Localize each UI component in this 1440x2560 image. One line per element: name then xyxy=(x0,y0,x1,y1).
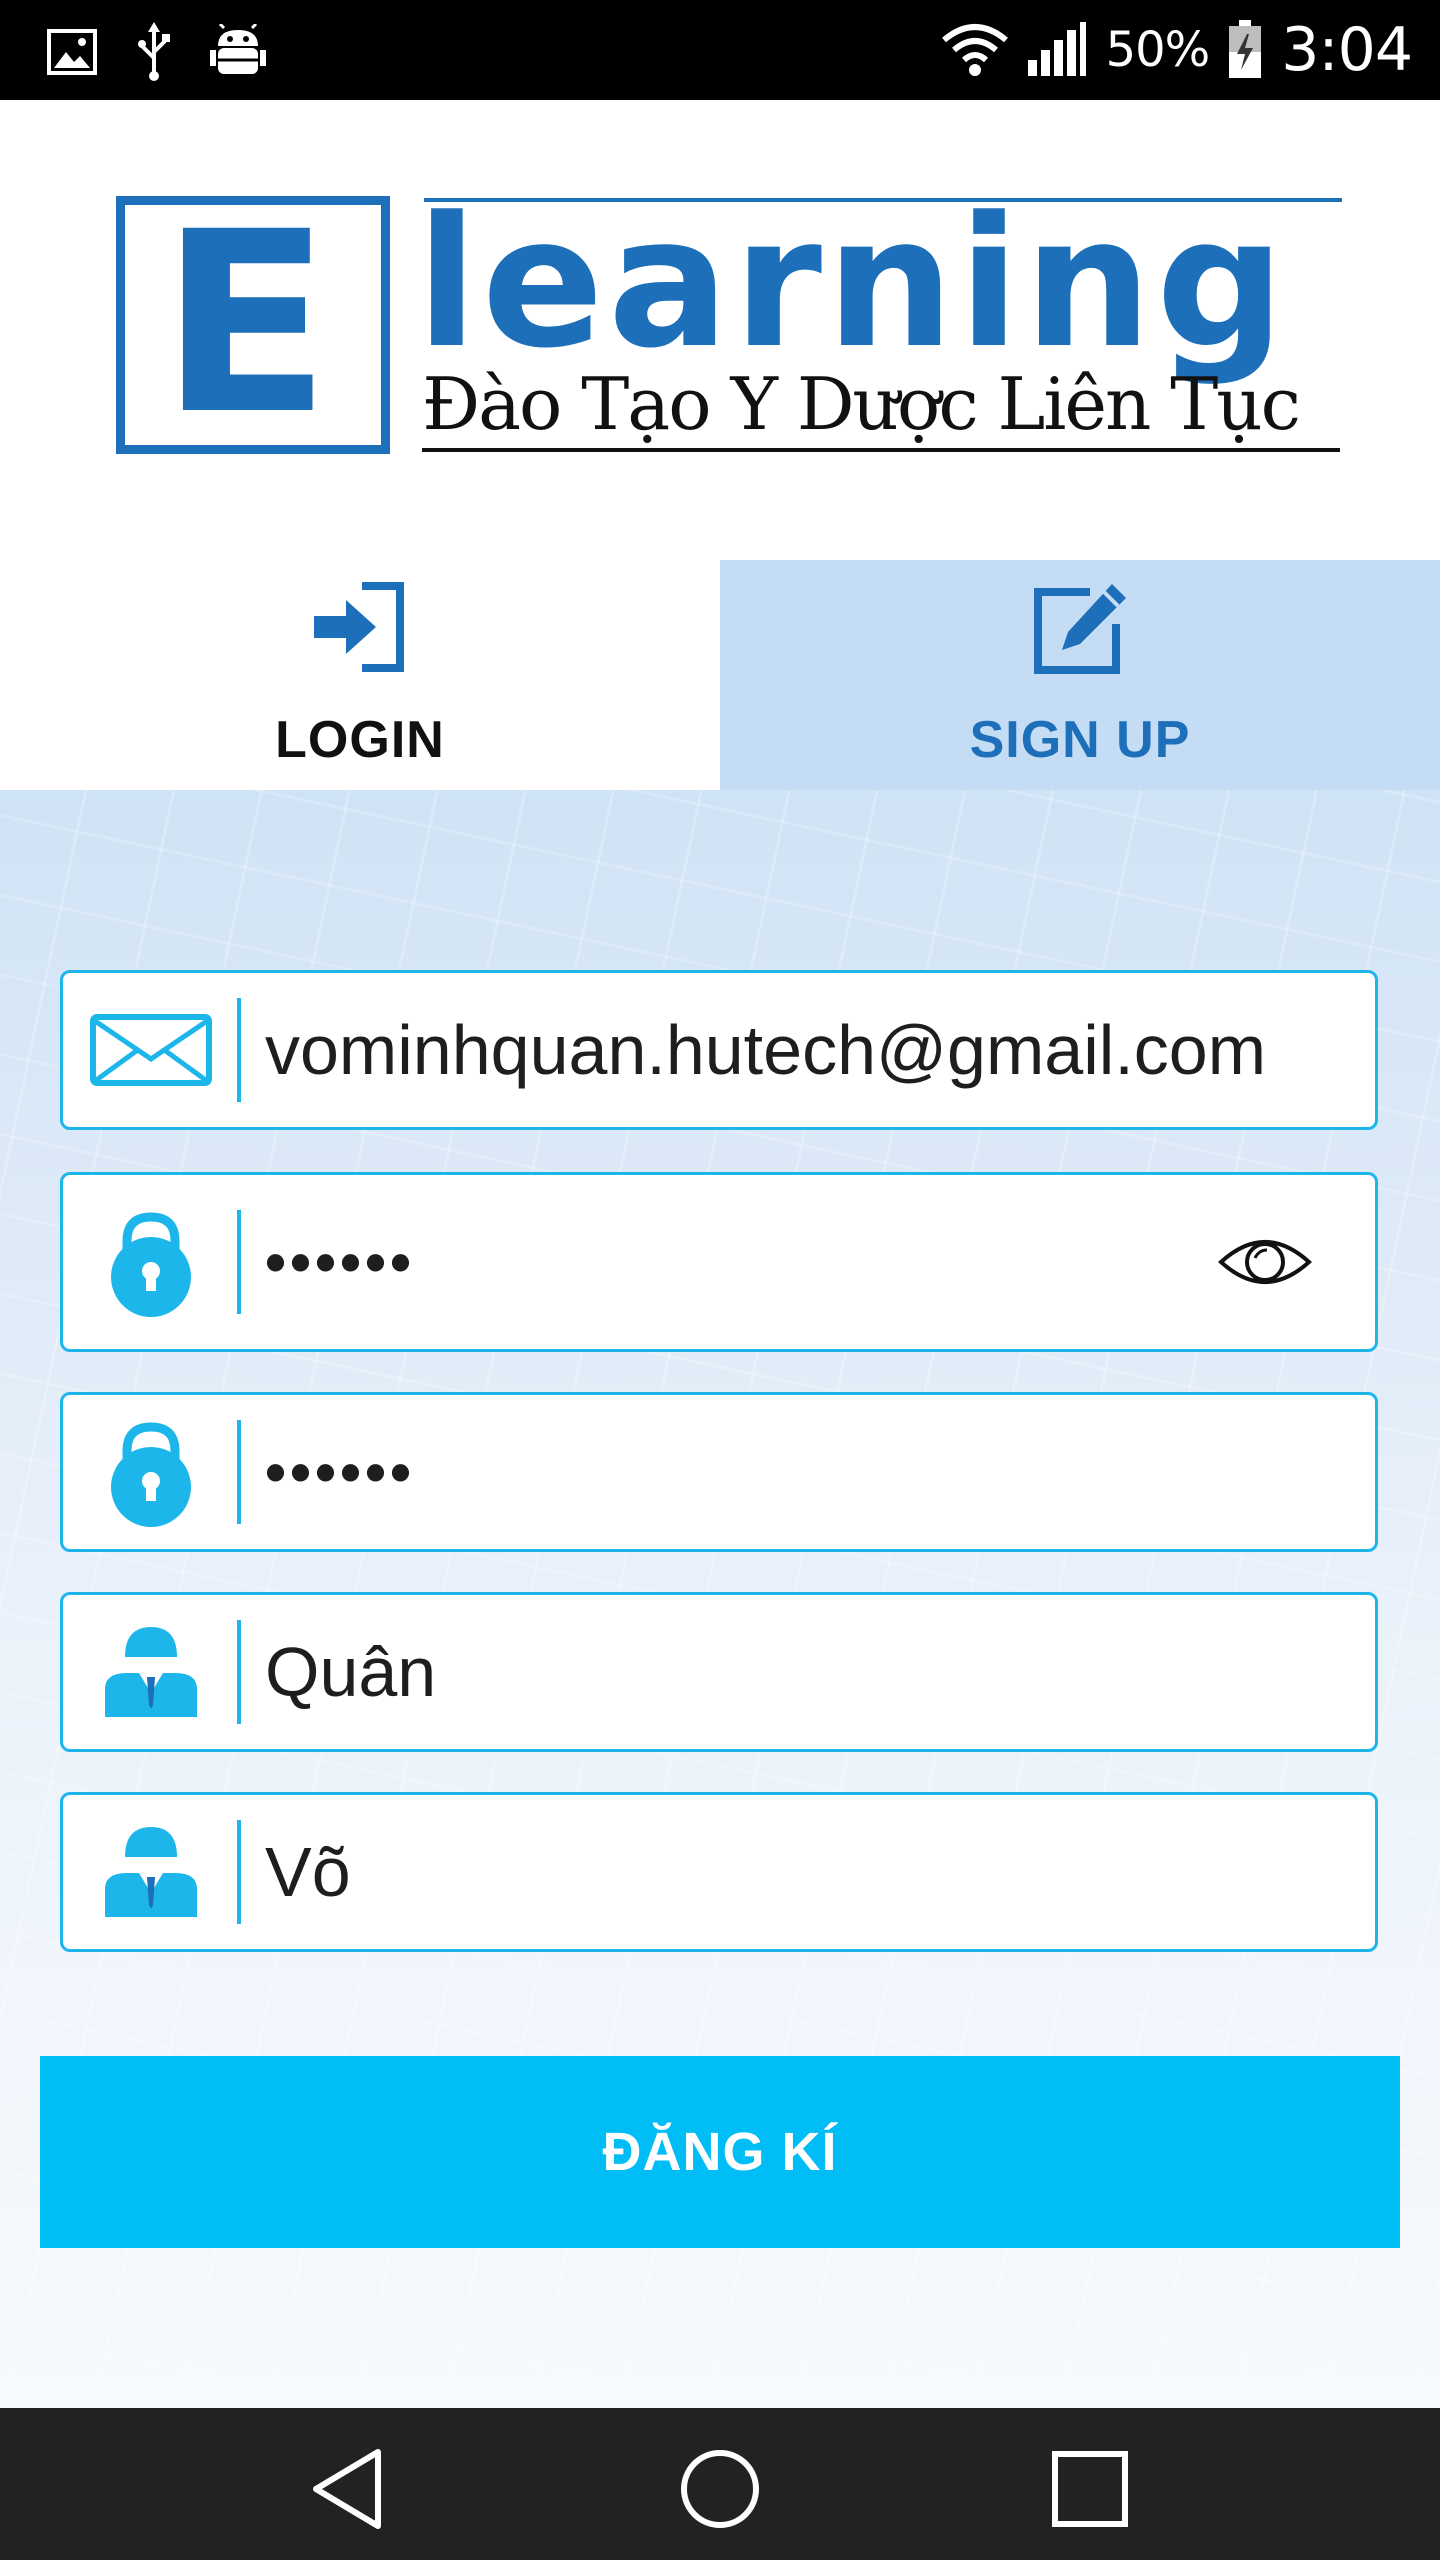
recent-apps-icon[interactable] xyxy=(1045,2444,1135,2534)
signal-icon xyxy=(1027,22,1086,76)
edit-icon xyxy=(1034,584,1126,674)
battery-percent: 50% xyxy=(1105,22,1211,78)
user-icon xyxy=(105,1827,197,1917)
logo-underline xyxy=(422,448,1340,452)
status-bar: 50% 3:04 xyxy=(0,0,1440,100)
field-divider xyxy=(237,1620,241,1724)
tab-login[interactable]: LOGIN xyxy=(0,560,720,790)
clock: 3:04 xyxy=(1281,15,1413,85)
status-notification-icons xyxy=(46,22,266,82)
last-name-field[interactable]: Võ xyxy=(60,1792,1378,1952)
home-icon[interactable] xyxy=(675,2444,765,2534)
tab-login-label: LOGIN xyxy=(275,711,445,769)
lock-icon xyxy=(111,1212,191,1317)
usb-icon xyxy=(138,22,170,81)
system-nav-bar xyxy=(0,2408,1440,2560)
logo-tagline: Đào Tạo Y Dược Liên Tục xyxy=(422,362,1301,446)
first-name-value: Quân xyxy=(265,1633,437,1711)
mail-icon xyxy=(90,1014,212,1086)
field-divider xyxy=(237,1820,241,1924)
email-field[interactable]: vominhquan.hutech@gmail.com xyxy=(60,970,1378,1130)
signup-form: vominhquan.hutech@gmail.com •••••• •••••… xyxy=(0,790,1440,2408)
elearning-logo: E learning Đào Tạo Y Dược Liên Tục xyxy=(116,178,1346,469)
eye-icon[interactable] xyxy=(1217,1232,1313,1292)
android-debug-icon xyxy=(210,24,266,74)
back-icon[interactable] xyxy=(304,2444,394,2534)
status-system-icons: 50% 3:04 xyxy=(941,14,1413,86)
field-divider xyxy=(237,1210,241,1314)
wifi-icon xyxy=(941,24,1008,76)
register-button[interactable]: ĐĂNG KÍ xyxy=(40,2056,1400,2248)
first-name-field[interactable]: Quân xyxy=(60,1592,1378,1752)
auth-tabs: LOGIN SIGN UP xyxy=(0,560,1440,790)
password-field[interactable]: •••••• xyxy=(60,1172,1378,1352)
battery-charging-icon xyxy=(1229,20,1262,78)
tab-signup-label: SIGN UP xyxy=(969,711,1191,769)
user-icon xyxy=(105,1627,197,1717)
last-name-value: Võ xyxy=(265,1833,351,1911)
confirm-password-field[interactable]: •••••• xyxy=(60,1392,1378,1552)
confirm-password-value: •••••• xyxy=(265,1438,416,1506)
logo-word: learning xyxy=(416,179,1289,388)
lock-icon xyxy=(111,1422,191,1527)
email-value: vominhquan.hutech@gmail.com xyxy=(265,1011,1267,1089)
field-divider xyxy=(237,998,241,1102)
logo-letter: E xyxy=(160,178,331,469)
password-value: •••••• xyxy=(265,1228,416,1296)
field-divider xyxy=(237,1420,241,1524)
tab-signup[interactable]: SIGN UP xyxy=(720,560,1440,790)
image-icon xyxy=(47,29,97,75)
login-icon xyxy=(314,582,404,672)
